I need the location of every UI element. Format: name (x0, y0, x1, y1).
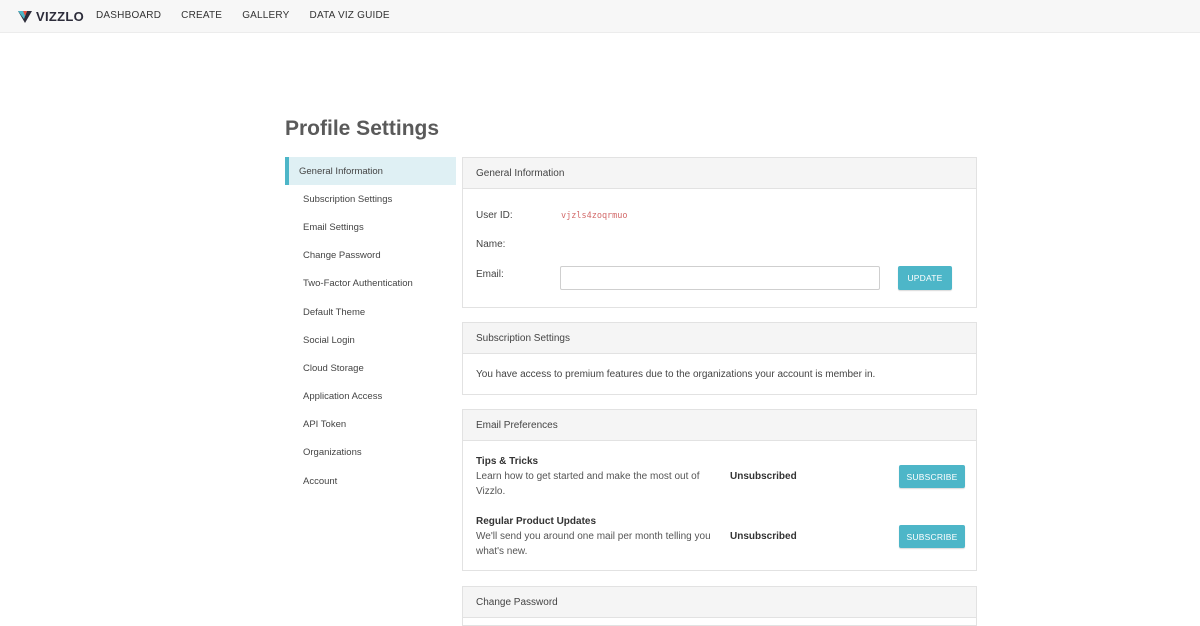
pref-title-product-updates: Regular Product Updates (476, 516, 597, 527)
name-label: Name: (476, 239, 506, 250)
general-information-panel: General Information User ID: vjzls4zoqrm… (462, 157, 977, 308)
settings-sidebar: General Information Subscription Setting… (285, 157, 456, 495)
nav-data-viz-guide[interactable]: DATA VIZ GUIDE (310, 10, 390, 21)
page-title: Profile Settings (285, 117, 440, 140)
sidebar-item-social-login[interactable]: Social Login (285, 326, 456, 354)
sidebar-item-application-access[interactable]: Application Access (285, 383, 456, 411)
top-navbar: VIZZLO DASHBOARD CREATE GALLERY DATA VIZ… (0, 0, 1200, 33)
pref-title-tips: Tips & Tricks (476, 456, 539, 467)
pref-status-product-updates: Unsubscribed (730, 531, 797, 542)
sidebar-item-email-settings[interactable]: Email Settings (285, 213, 456, 241)
sidebar-item-api-token[interactable]: API Token (285, 411, 456, 439)
pref-description-product-updates: We'll send you around one mail per month… (476, 531, 711, 557)
subscription-message: You have access to premium features due … (476, 369, 876, 380)
sidebar-item-organizations[interactable]: Organizations (285, 439, 456, 467)
pref-status-tips: Unsubscribed (730, 471, 797, 482)
sidebar-item-cloud-storage[interactable]: Cloud Storage (285, 354, 456, 382)
pref-description-tips: Learn how to get started and make the mo… (476, 471, 700, 497)
subscribe-product-updates-button[interactable]: SUBSCRIBE (899, 525, 965, 548)
subscription-settings-panel: Subscription Settings You have access to… (462, 322, 977, 395)
general-information-heading: General Information (463, 158, 976, 189)
email-preferences-panel: Email Preferences Tips & Tricks Learn ho… (462, 409, 977, 571)
vizzlo-logo-icon (18, 10, 32, 23)
change-password-panel: Change Password (462, 586, 977, 626)
sidebar-item-general-information[interactable]: General Information (285, 157, 456, 186)
sidebar-item-subscription-settings[interactable]: Subscription Settings (285, 185, 456, 213)
sidebar-item-two-factor-authentication[interactable]: Two-Factor Authentication (285, 270, 456, 298)
email-preferences-heading: Email Preferences (463, 410, 976, 441)
email-field[interactable] (560, 266, 880, 290)
email-label: Email: (476, 269, 504, 280)
brand-name: VIZZLO (36, 9, 85, 24)
sidebar-item-account[interactable]: Account (285, 467, 456, 495)
update-button[interactable]: UPDATE (898, 266, 952, 290)
user-id-value: vjzls4zoqrmuo (561, 211, 628, 221)
nav-dashboard[interactable]: DASHBOARD (96, 10, 161, 21)
subscription-settings-heading: Subscription Settings (463, 323, 976, 354)
subscribe-tips-button[interactable]: SUBSCRIBE (899, 465, 965, 488)
sidebar-item-change-password[interactable]: Change Password (285, 242, 456, 270)
nav-gallery[interactable]: GALLERY (242, 10, 289, 21)
nav-create[interactable]: CREATE (181, 10, 222, 21)
brand-logo[interactable]: VIZZLO (18, 8, 84, 25)
main-nav: DASHBOARD CREATE GALLERY DATA VIZ GUIDE (96, 10, 410, 21)
user-id-label: User ID: (476, 210, 513, 221)
sidebar-item-default-theme[interactable]: Default Theme (285, 298, 456, 326)
